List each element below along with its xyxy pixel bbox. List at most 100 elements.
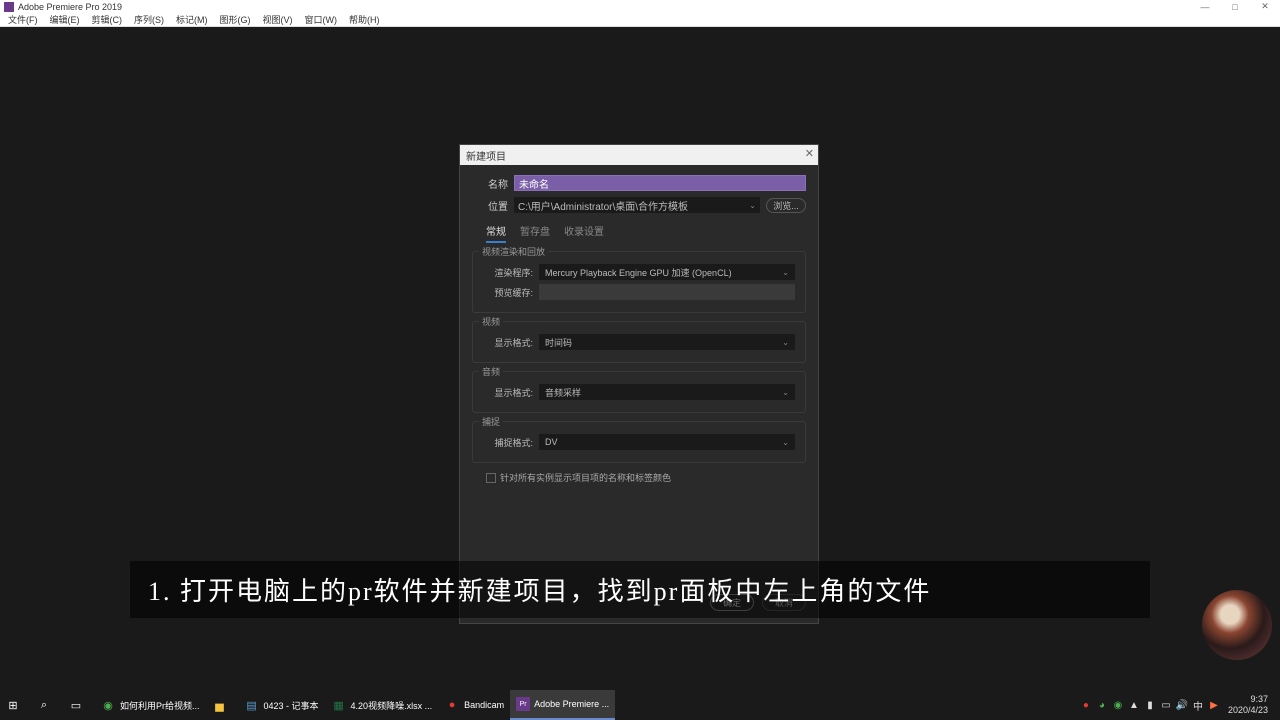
system-tray: ● ◕ ◉ ▲ ▮ ▭ 🔊 中 ▶ 9:37 2020/4/23 [1078,694,1280,716]
tab-scratch[interactable]: 暂存盘 [520,223,550,243]
clock[interactable]: 9:37 2020/4/23 [1222,694,1274,716]
chevron-down-icon: ⌄ [782,268,789,277]
dialog-title: 新建项目 [466,148,506,163]
record-icon: ● [444,697,460,713]
chevron-down-icon: ⌄ [782,438,789,447]
renderer-value: Mercury Playback Engine GPU 加速 (OpenCL) [545,266,732,279]
notepad-icon: ▤ [244,697,260,713]
search-button[interactable]: ⌕ [30,690,62,720]
taskbar-app[interactable]: ◉ 如何利用Pr给视频... [94,690,206,720]
menu-graphic[interactable]: 图形(G) [214,13,257,26]
section-video-render: 视频渲染和回放 渲染程序: Mercury Playback Engine GP… [472,251,806,313]
tray-icon[interactable]: ▮ [1142,695,1158,715]
chevron-down-icon: ⌄ [749,201,756,210]
tray-icon[interactable]: ▲ [1126,695,1142,715]
taskbar: ⊞ ⌕ ▭ ◉ 如何利用Pr给视频... ▅ ▤ 0423 - 记事本 ▦ 4.… [0,690,1280,720]
app-icon [4,2,14,12]
chrome-icon: ◉ [100,697,116,713]
window-controls: — □ ✕ [1190,0,1280,13]
taskbar-app-active[interactable]: Pr Adobe Premiere ... [510,690,615,720]
checkbox-label: 针对所有实例显示项目项的名称和标签颜色 [500,471,671,484]
location-combo[interactable]: C:\用户\Administrator\桌面\合作方模板 ⌄ [514,197,760,213]
task-view-button[interactable]: ▭ [62,690,94,720]
menu-file[interactable]: 文件(F) [2,13,44,26]
explorer-icon: ▅ [212,697,228,713]
taskbar-label: Adobe Premiere ... [534,699,609,709]
taskbar-app[interactable]: ● Bandicam [438,690,510,720]
excel-icon: ▦ [331,697,347,713]
taskbar-label: 如何利用Pr给视频... [120,699,200,712]
capture-format-dropdown[interactable]: DV ⌄ [539,434,795,450]
menu-help[interactable]: 帮助(H) [343,13,386,26]
location-value: C:\用户\Administrator\桌面\合作方模板 [518,198,688,213]
menu-edit[interactable]: 编辑(E) [44,13,86,26]
section-title: 视频渲染和回放 [479,245,548,258]
audio-display-dropdown[interactable]: 音频采样 ⌄ [539,384,795,400]
taskbar-app[interactable]: ▅ [206,690,238,720]
new-project-dialog: 新建项目 ✕ 名称 位置 C:\用户\Administrator\桌面\合作方模… [459,144,819,624]
section-title: 音频 [479,365,503,378]
instances-checkbox-row[interactable]: 针对所有实例显示项目项的名称和标签颜色 [486,471,806,484]
capture-format-value: DV [545,437,558,447]
video-display-value: 时间码 [545,336,572,349]
menu-sequence[interactable]: 序列(S) [128,13,170,26]
audio-display-value: 音频采样 [545,386,581,399]
section-title: 捕捉 [479,415,503,428]
dialog-titlebar[interactable]: 新建项目 ✕ [460,145,818,165]
tab-ingest[interactable]: 收录设置 [564,223,604,243]
section-audio: 音频 显示格式: 音频采样 ⌄ [472,371,806,413]
checkbox-icon[interactable] [486,473,496,483]
close-button[interactable]: ✕ [1250,0,1280,13]
taskbar-label: 0423 - 记事本 [264,699,319,712]
video-display-dropdown[interactable]: 时间码 ⌄ [539,334,795,350]
menubar: 文件(F) 编辑(E) 剪辑(C) 序列(S) 标记(M) 图形(G) 视图(V… [0,13,1280,27]
preview-cache-label: 预览缓存: [483,286,539,299]
avatar-decoration [1202,590,1272,660]
date: 2020/4/23 [1228,705,1268,716]
menu-clip[interactable]: 剪辑(C) [86,13,129,26]
task-view-icon: ▭ [68,697,84,713]
tab-general[interactable]: 常规 [486,223,506,243]
volume-icon[interactable]: 🔊 [1174,695,1190,715]
record-tray-icon[interactable]: ● [1078,695,1094,715]
taskbar-app[interactable]: ▤ 0423 - 记事本 [238,690,325,720]
minimize-button[interactable]: — [1190,0,1220,13]
capture-format-label: 捕捉格式: [483,436,539,449]
tray-icon[interactable]: ▶ [1206,695,1222,715]
search-icon: ⌕ [36,697,52,713]
chevron-down-icon: ⌄ [782,338,789,347]
renderer-label: 渲染程序: [483,266,539,279]
time: 9:37 [1228,694,1268,705]
taskbar-label: Bandicam [464,700,504,710]
menu-marker[interactable]: 标记(M) [170,13,214,26]
menu-view[interactable]: 视图(V) [257,13,299,26]
start-button[interactable]: ⊞ [0,690,30,720]
dialog-body: 名称 位置 C:\用户\Administrator\桌面\合作方模板 ⌄ 浏览.… [460,165,818,494]
network-icon[interactable]: ▭ [1158,695,1174,715]
tray-icon[interactable]: ◉ [1110,695,1126,715]
renderer-dropdown[interactable]: Mercury Playback Engine GPU 加速 (OpenCL) … [539,264,795,280]
name-label: 名称 [472,176,514,191]
ime-indicator[interactable]: 中 [1190,695,1206,715]
video-display-label: 显示格式: [483,336,539,349]
wechat-icon[interactable]: ◕ [1094,695,1110,715]
taskbar-app[interactable]: ▦ 4.20视频降噪.xlsx ... [325,690,439,720]
location-label: 位置 [472,198,514,213]
windows-icon: ⊞ [6,697,20,713]
menu-window[interactable]: 窗口(W) [299,13,344,26]
dialog-tabs: 常规 暂存盘 收录设置 [486,223,806,243]
maximize-button[interactable]: □ [1220,0,1250,13]
name-input[interactable] [514,175,806,191]
audio-display-label: 显示格式: [483,386,539,399]
premiere-icon: Pr [516,697,530,711]
app-title: Adobe Premiere Pro 2019 [18,2,122,12]
dialog-close-icon[interactable]: ✕ [805,147,814,160]
section-video: 视频 显示格式: 时间码 ⌄ [472,321,806,363]
section-capture: 捕捉 捕捉格式: DV ⌄ [472,421,806,463]
preview-cache-field [539,284,795,300]
section-title: 视频 [479,315,503,328]
titlebar: Adobe Premiere Pro 2019 [0,0,1280,13]
caption-overlay: 1. 打开电脑上的pr软件并新建项目，找到pr面板中左上角的文件 [130,561,1150,618]
browse-button[interactable]: 浏览... [766,198,806,213]
taskbar-label: 4.20视频降噪.xlsx ... [351,699,433,712]
